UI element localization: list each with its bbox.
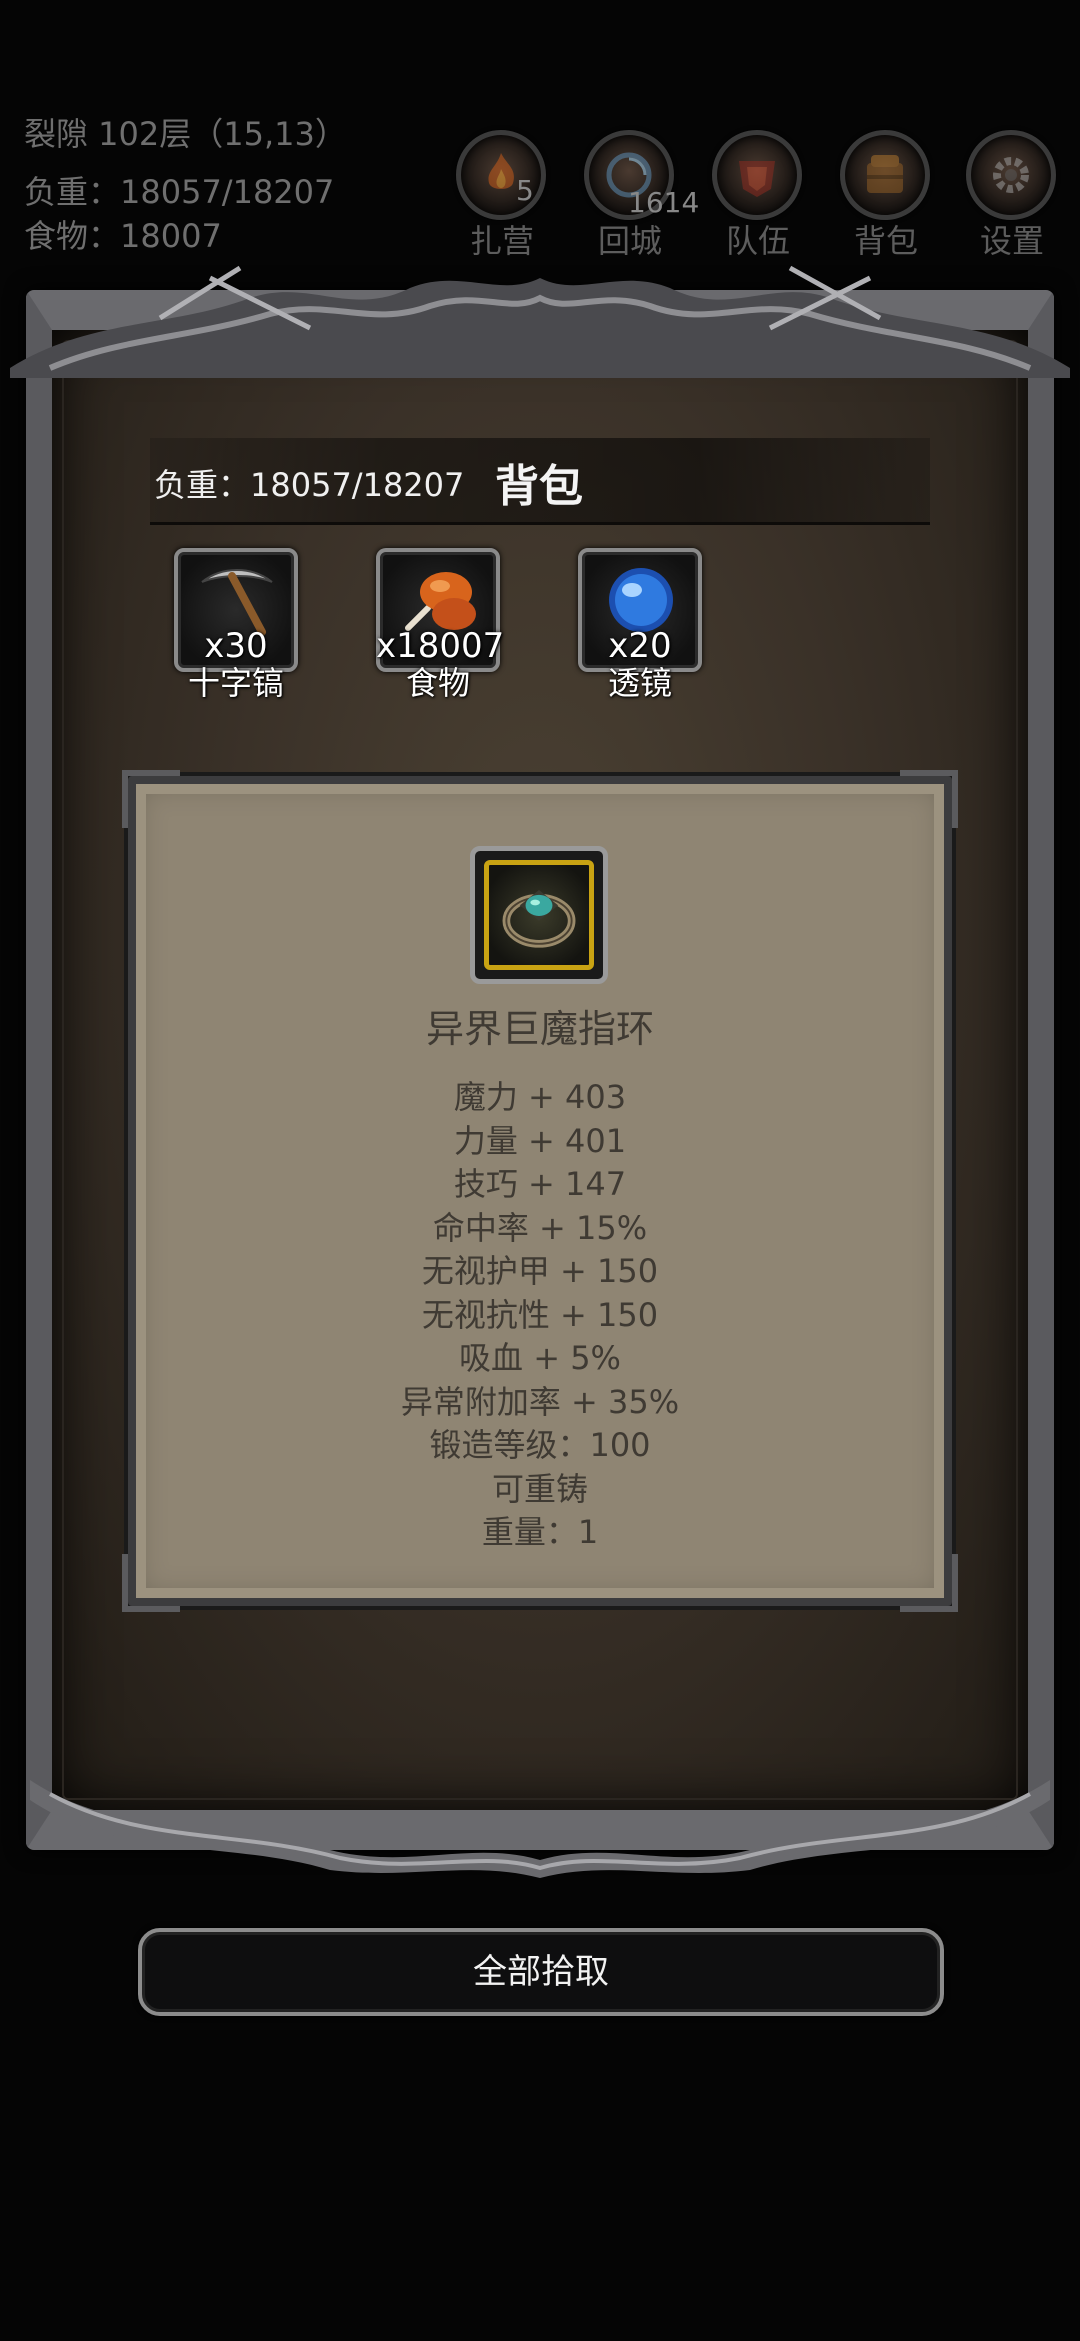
frame-bottom-ornament — [30, 1780, 1050, 1878]
bag-weight-label: 负重：18057/18207 — [154, 466, 465, 504]
backpack-title: 背包 — [495, 461, 583, 512]
stat-line: 无视抗性 + 150 — [421, 1295, 659, 1334]
settings-label: 设置 — [979, 222, 1044, 260]
location-label: 裂隙 102层（15,13） — [24, 115, 347, 153]
item-stats-list: 魔力 + 403 力量 + 401 技巧 + 147 命中率 + 15% 无视护… — [128, 1076, 952, 1555]
pickup-all-label: 全部拾取 — [473, 1952, 609, 1992]
detail-corner-bl — [122, 1554, 180, 1612]
inventory-slot-lens[interactable]: x20 透镜 — [578, 548, 702, 702]
stat-line: 无视护甲 + 150 — [421, 1252, 659, 1290]
pickup-all-button[interactable]: 全部拾取 — [138, 1928, 944, 2016]
backpack-label: 背包 — [853, 222, 918, 260]
inventory-slot-pickaxe[interactable]: x30 十字镐 — [174, 548, 298, 702]
hud-food-label: 食物：18007 — [24, 217, 222, 255]
item-name: 异界巨魔指环 — [425, 1007, 654, 1051]
stat-line: 力量 + 401 — [453, 1121, 627, 1160]
settings-button[interactable]: 设置 — [962, 130, 1062, 260]
frame-top-ornament — [10, 265, 1070, 378]
camp-label: 扎营 — [469, 222, 534, 260]
stat-line: 异常附加率 + 35% — [400, 1382, 680, 1421]
stat-line: 命中率 + 15% — [432, 1208, 648, 1247]
return-town-button[interactable]: 1614 回城 — [580, 130, 699, 260]
team-icon — [712, 130, 802, 220]
detail-corner-tr — [900, 770, 958, 828]
backpack-button[interactable]: 背包 — [836, 130, 936, 260]
backpack-icon — [840, 130, 930, 220]
lens-name: 透镜 — [607, 664, 672, 702]
ring-icon — [502, 890, 576, 948]
inventory-slot-food[interactable]: x18007 食物 — [376, 548, 504, 702]
item-icon-frame — [470, 846, 608, 984]
stat-line: 锻造等级：100 — [429, 1426, 651, 1464]
team-button[interactable]: 队伍 — [708, 130, 808, 260]
stat-line: 吸血 + 5% — [459, 1339, 621, 1377]
food-name: 食物 — [405, 664, 470, 702]
stat-line: 重量：1 — [481, 1513, 599, 1551]
gear-icon — [966, 130, 1056, 220]
camp-count-badge: 5 — [516, 174, 534, 207]
backpack-header: 负重：18057/18207 背包 — [150, 438, 930, 525]
team-label: 队伍 — [725, 222, 790, 260]
return-town-label: 回城 — [597, 222, 662, 260]
detail-corner-tl — [122, 770, 180, 828]
pickaxe-name: 十字镐 — [187, 664, 284, 702]
stat-line: 可重铸 — [491, 1469, 588, 1508]
return-town-count-badge: 1614 — [628, 186, 700, 219]
stat-line: 技巧 + 147 — [453, 1165, 627, 1203]
stat-line: 魔力 + 403 — [453, 1078, 627, 1116]
detail-corner-br — [900, 1554, 958, 1612]
camp-button[interactable]: 5 扎营 — [452, 130, 552, 260]
hud-weight-label: 负重：18057/18207 — [24, 173, 335, 211]
